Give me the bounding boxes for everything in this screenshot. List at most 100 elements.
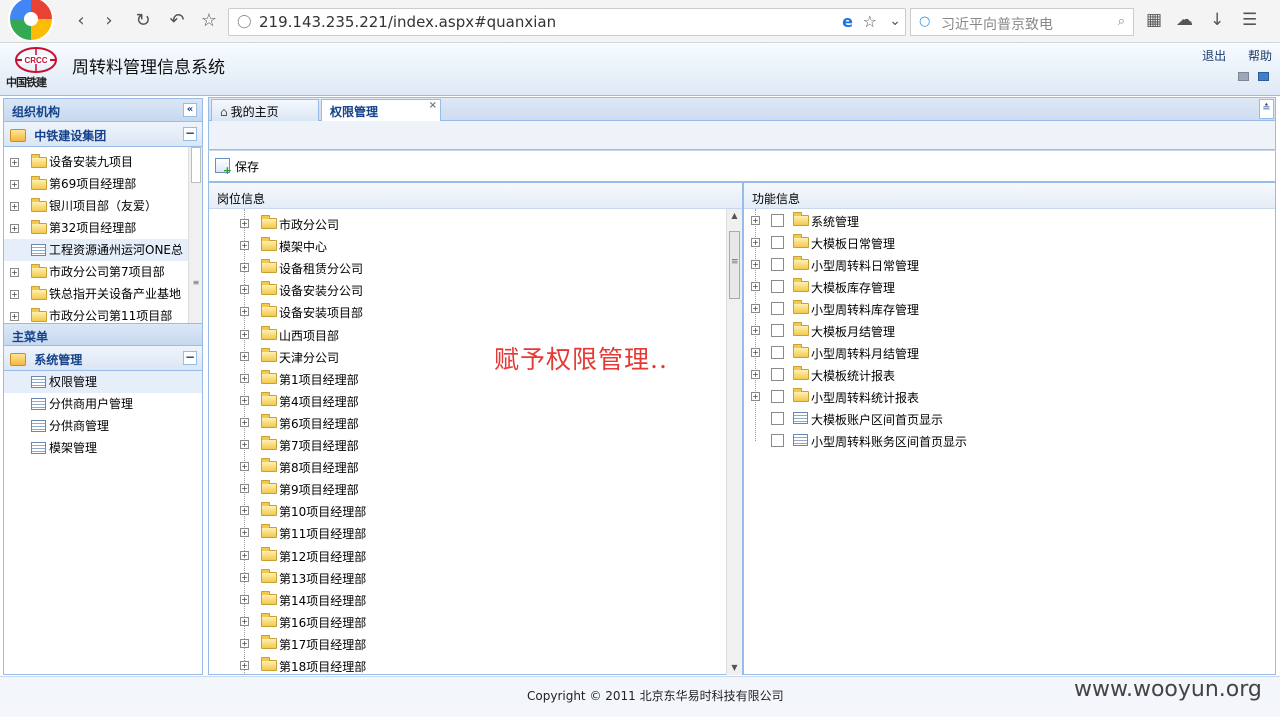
search-placeholder[interactable]: 习近平向普京致电 (941, 14, 1053, 34)
scrollbar-thumb[interactable] (191, 147, 201, 183)
function-checkbox[interactable] (771, 324, 784, 337)
expand-icon[interactable]: + (240, 638, 249, 648)
menu-item-suppliers[interactable]: 分供商管理 (4, 415, 202, 437)
post-tree-row[interactable]: + 设备安装项目部 (209, 300, 709, 322)
expand-icon[interactable]: + (240, 616, 249, 626)
expand-icon[interactable]: + (240, 395, 249, 405)
collapse-group-icon[interactable]: − (183, 127, 197, 141)
org-group-header[interactable]: 中铁建设集团 − (4, 122, 202, 147)
function-tree-row[interactable]: + 小型周转料日常管理 (744, 255, 1244, 277)
expand-icon[interactable]: + (240, 528, 249, 538)
scrollbar-thumb[interactable] (729, 231, 740, 299)
post-tree-row[interactable]: + 第8项目经理部 (209, 455, 709, 477)
expand-icon[interactable]: + (240, 572, 249, 582)
close-tab-icon[interactable]: × (429, 100, 437, 111)
address-url[interactable]: 219.143.235.221/index.aspx#quanxian (259, 13, 556, 31)
post-tree-row[interactable]: + 第16项目经理部 (209, 610, 709, 632)
org-row[interactable]: + 设备安装九项目 (4, 151, 202, 173)
logout-link[interactable]: 退出 (1202, 49, 1226, 63)
function-tree-row[interactable]: + 小型周转料库存管理 (744, 299, 1244, 321)
post-tree-row[interactable]: + 第11项目经理部 (209, 521, 709, 543)
function-tree-row[interactable]: + 大模板日常管理 (744, 233, 1244, 255)
function-checkbox[interactable] (771, 236, 784, 249)
favorite-star-icon[interactable]: ☆ (863, 12, 877, 31)
theme-toggle-icon[interactable] (1258, 72, 1269, 81)
org-row[interactable]: + 第69项目经理部 (4, 173, 202, 195)
expand-icon[interactable]: + (240, 263, 249, 273)
apps-grid-icon[interactable]: ▦ (1146, 10, 1162, 30)
org-row[interactable]: + 铁总指开关设备产业基地 (4, 283, 202, 305)
cloud-icon[interactable]: ☁ (1176, 10, 1193, 30)
post-tree-row[interactable]: + 第12项目经理部 (209, 544, 709, 566)
back-icon[interactable]: ‹ (70, 10, 92, 32)
menu-item-permissions[interactable]: 权限管理 (4, 371, 202, 393)
address-bar[interactable]: ◯ 219.143.235.221/index.aspx#quanxian e … (228, 8, 906, 36)
function-tree-row[interactable]: 小型周转料账务区间首页显示 (744, 431, 1244, 453)
expand-icon[interactable]: + (240, 462, 249, 472)
expand-icon[interactable]: + (751, 348, 760, 357)
search-icon[interactable]: ⌕ (1118, 14, 1125, 29)
org-row[interactable]: + 市政分公司第7项目部 (4, 261, 202, 283)
expand-icon[interactable]: + (240, 285, 249, 295)
scroll-up-icon[interactable]: ▲ (727, 209, 742, 223)
expand-icon[interactable]: + (240, 661, 249, 670)
function-tree-row[interactable]: + 大模板月结管理 (744, 321, 1244, 343)
post-tree-row[interactable]: + 第13项目经理部 (209, 566, 709, 588)
menu-item-supplier-users[interactable]: 分供商用户管理 (4, 393, 202, 415)
scroll-grip-icon[interactable]: ≡ (191, 278, 201, 288)
post-tree-row[interactable]: + 第17项目经理部 (209, 632, 709, 654)
expand-icon[interactable]: + (751, 216, 760, 225)
post-tree-row[interactable]: + 第4项目经理部 (209, 389, 709, 411)
tab-home[interactable]: ⌂ 我的主页 (211, 99, 319, 121)
expand-icon[interactable]: + (751, 282, 760, 291)
expand-icon[interactable]: + (240, 241, 249, 251)
function-tree-row[interactable]: + 小型周转料统计报表 (744, 387, 1244, 409)
post-tree[interactable]: + 市政分公司 + 模架中心 + 设备租赁分公司 + 设备安装分公司 + 设备安装项目部 + 山西项目… (209, 209, 727, 675)
expand-icon[interactable]: + (10, 158, 19, 167)
expand-icon[interactable]: + (240, 351, 249, 361)
collapse-panel-icon[interactable]: « (183, 103, 197, 117)
org-row[interactable]: + 市政分公司第11项目部 (4, 305, 202, 323)
function-checkbox[interactable] (771, 258, 784, 271)
expand-icon[interactable]: + (240, 219, 249, 228)
expand-icon[interactable]: + (751, 370, 760, 379)
expand-icon[interactable]: + (10, 202, 19, 211)
expand-icon[interactable]: + (10, 224, 19, 233)
function-checkbox[interactable] (771, 368, 784, 381)
function-tree-row[interactable]: + 小型周转料月结管理 (744, 343, 1244, 365)
post-tree-row[interactable]: + 市政分公司 (209, 212, 709, 234)
function-checkbox[interactable] (771, 280, 784, 293)
save-button[interactable]: 保存 (215, 158, 259, 177)
expand-icon[interactable]: + (751, 392, 760, 401)
org-tree-scrollbar[interactable]: ≡ (188, 147, 202, 323)
post-tree-row[interactable]: + 第7项目经理部 (209, 433, 709, 455)
function-checkbox[interactable] (771, 390, 784, 403)
expand-icon[interactable]: + (751, 304, 760, 313)
menu-group-header[interactable]: 系统管理 − (4, 346, 202, 371)
post-tree-row[interactable]: + 第18项目经理部 (209, 654, 709, 675)
org-tree[interactable]: + 设备安装九项目 + 第69项目经理部 + 银川项目部（友爱） + 第32项目经理部 … (4, 147, 202, 324)
function-tree[interactable]: + 系统管理 + 大模板日常管理 + 小型周转料日常管理 + 大模板库存管理 + 小型周转料库存管… (744, 209, 1274, 675)
expand-icon[interactable]: + (751, 260, 760, 269)
expand-icon[interactable]: + (751, 238, 760, 247)
scroll-down-icon[interactable]: ▼ (727, 661, 742, 675)
post-tree-row[interactable]: + 第9项目经理部 (209, 477, 709, 499)
layout-toggle-icon[interactable] (1238, 72, 1249, 81)
expand-icon[interactable]: + (10, 290, 19, 299)
org-row-selected[interactable]: 工程资源通州运河ONE总 (4, 239, 202, 261)
ie-mode-icon[interactable]: e (842, 12, 853, 31)
expand-icon[interactable]: + (240, 484, 249, 494)
org-row[interactable]: + 银川项目部（友爱） (4, 195, 202, 217)
undo-icon[interactable]: ↶ (166, 10, 188, 32)
function-tree-row[interactable]: + 大模板库存管理 (744, 277, 1244, 299)
menu-item-formwork[interactable]: 模架管理 (4, 437, 202, 459)
function-tree-row[interactable]: 大模板账户区间首页显示 (744, 409, 1244, 431)
expand-icon[interactable]: + (240, 307, 249, 317)
function-tree-row[interactable]: + 大模板统计报表 (744, 365, 1244, 387)
post-tree-row[interactable]: + 第14项目经理部 (209, 588, 709, 610)
expand-icon[interactable]: + (10, 312, 19, 321)
post-tree-row[interactable]: + 第6项目经理部 (209, 411, 709, 433)
expand-icon[interactable]: + (751, 326, 760, 335)
function-checkbox[interactable] (771, 412, 784, 425)
expand-icon[interactable]: + (240, 417, 249, 427)
